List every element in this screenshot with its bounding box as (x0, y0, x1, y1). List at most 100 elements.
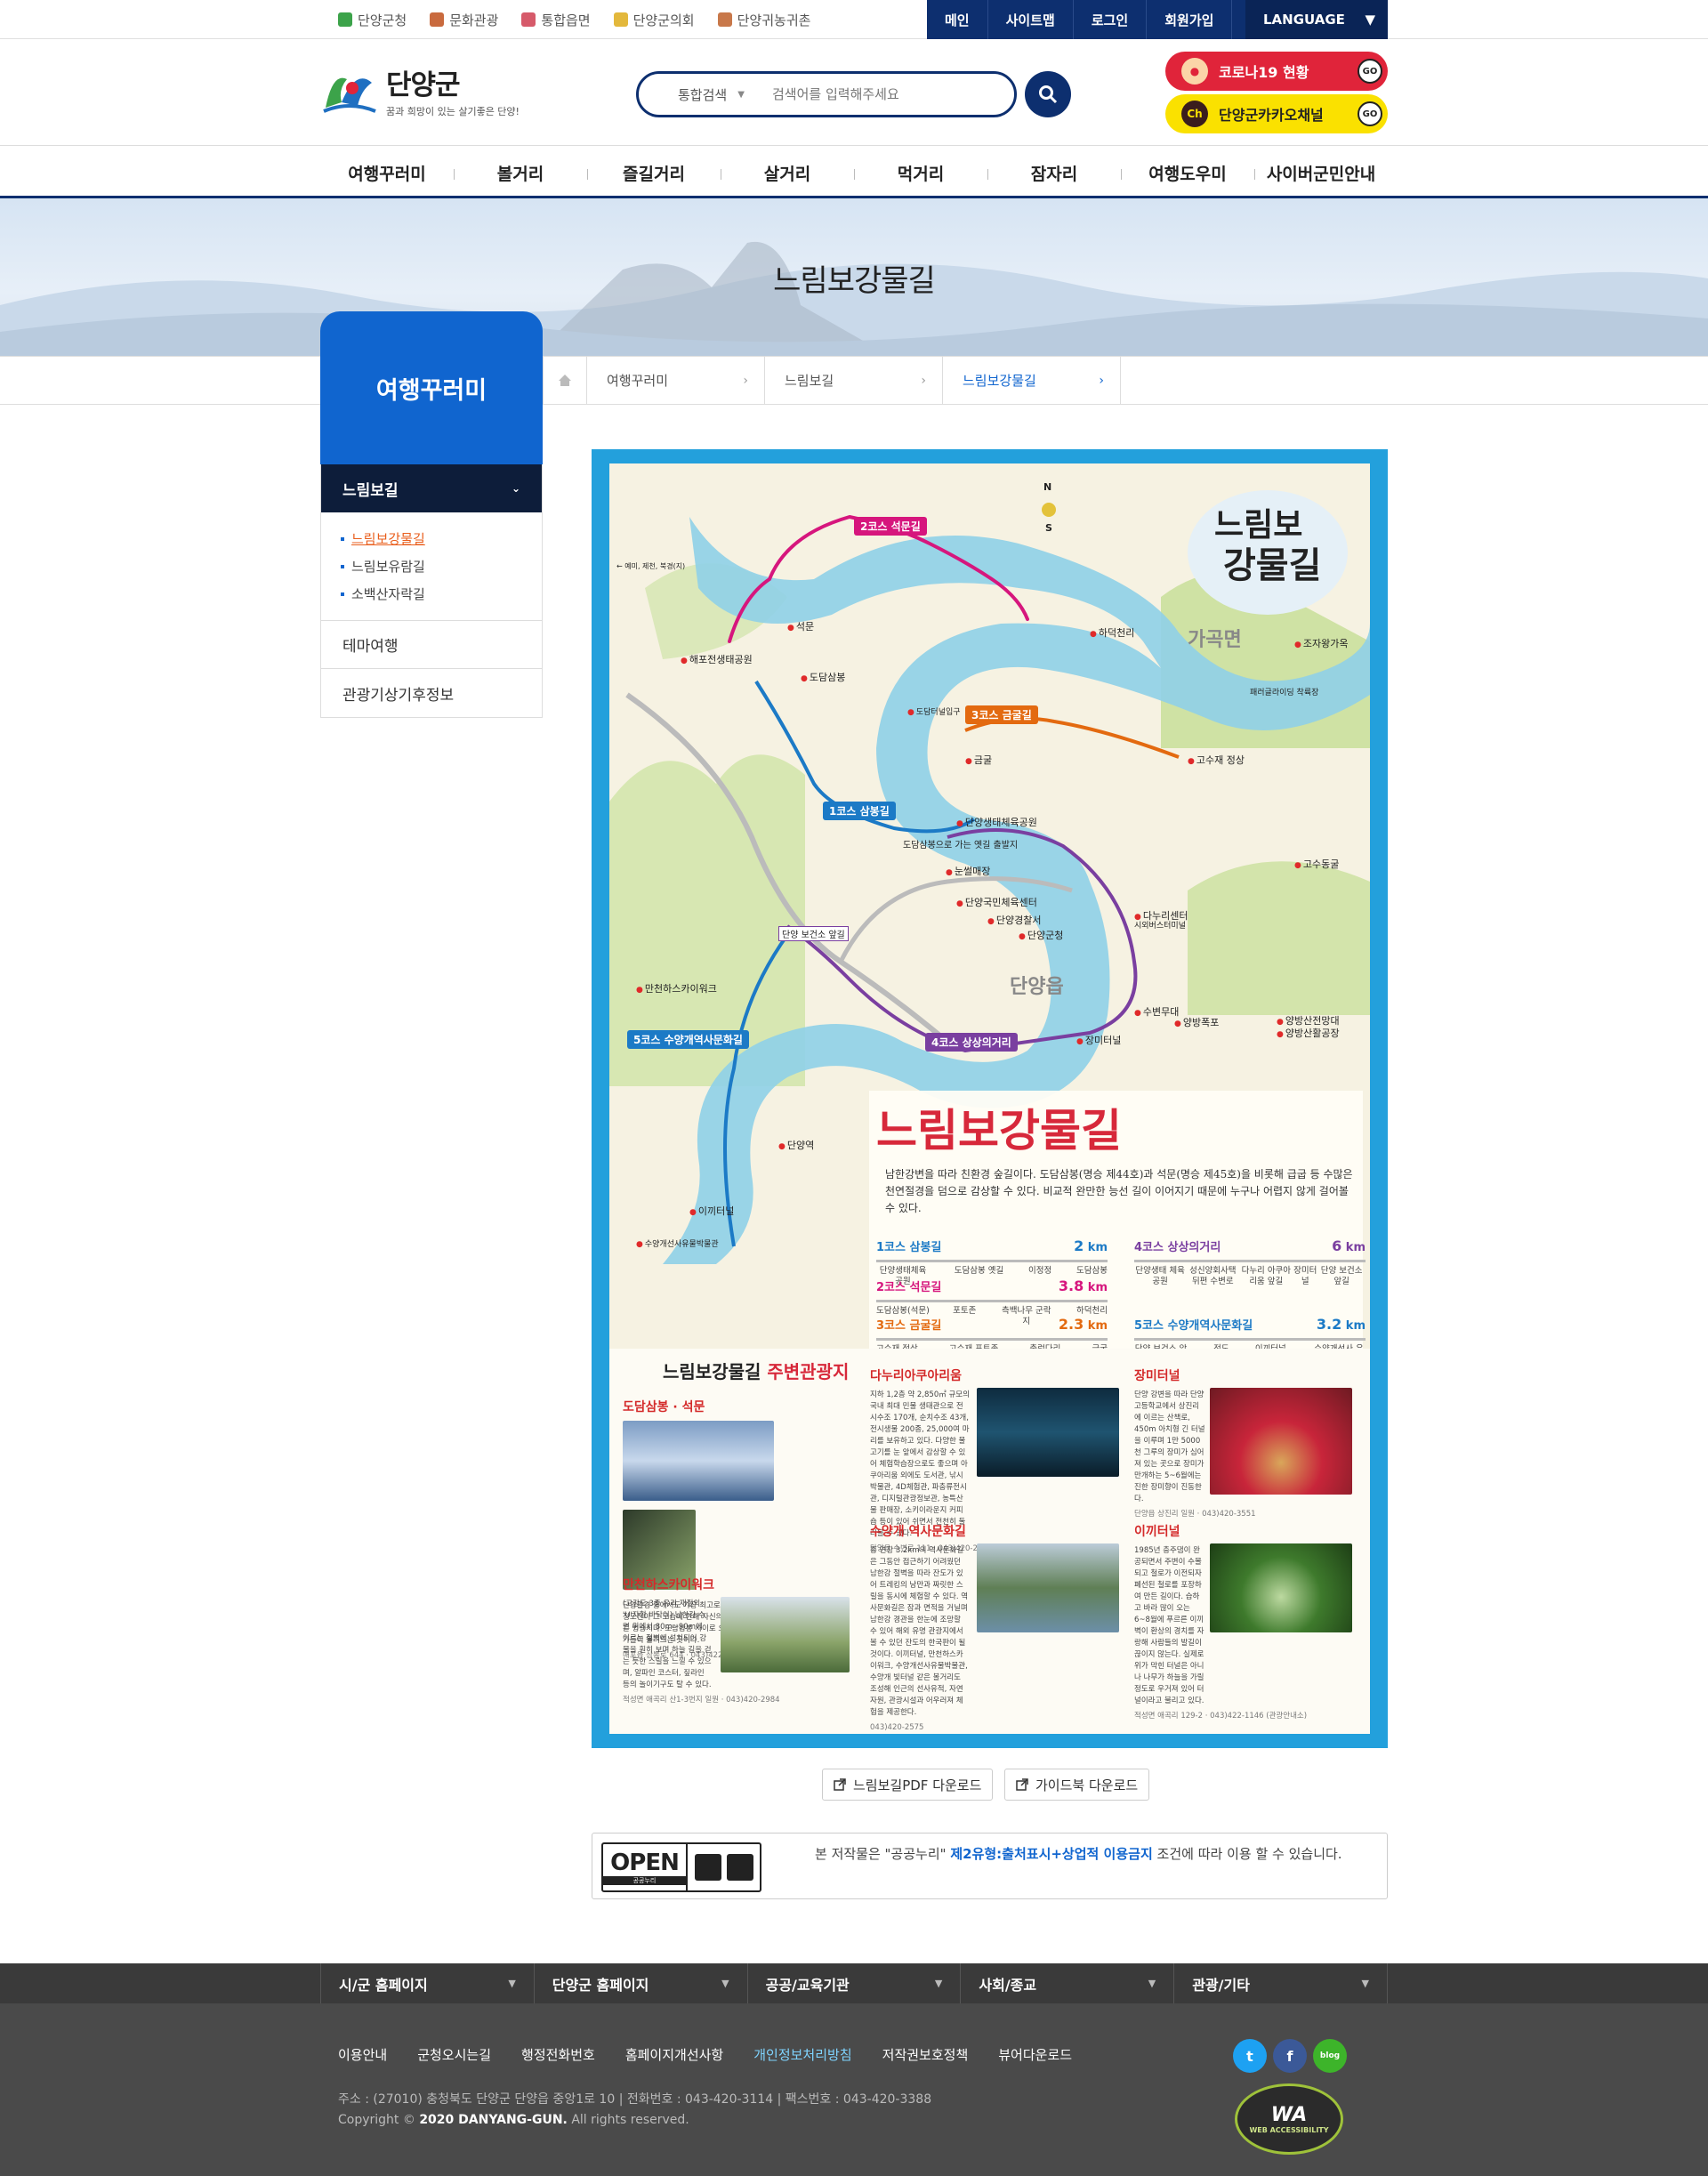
search-input[interactable] (772, 86, 986, 102)
language-select[interactable]: LANGUAGE ▼ (1245, 0, 1388, 39)
danyang-icon (338, 12, 352, 27)
caret-down-icon: ▼ (1148, 1978, 1156, 1989)
route-distance: 3.2 km (1316, 1316, 1366, 1333)
lnb-sub-river-road[interactable]: 느림보강물길 (341, 525, 542, 552)
map-place: 도담터널입구 (907, 705, 961, 717)
site-link-council[interactable]: 단양군의회 (613, 11, 695, 29)
route-stop: 단양생태 체육공원 (1135, 1266, 1185, 1286)
family-select-social[interactable]: 사회/종교 ▼ (960, 1963, 1173, 2003)
footer-link-guide[interactable]: 이용안내 (338, 2045, 387, 2064)
gnb-activities[interactable]: 즐길거리 (587, 147, 721, 198)
facebook-icon[interactable]: f (1273, 2039, 1307, 2073)
site-link-farm[interactable]: 단양귀농귀촌 (717, 11, 810, 29)
footer-link-directions[interactable]: 군청오시는길 (417, 2045, 491, 2064)
caret-down-icon: ▼ (1365, 12, 1375, 28)
route-name: 5코스 수양개역사문화길 (1134, 1319, 1253, 1333)
gnb-sights[interactable]: 볼거리 (454, 147, 587, 198)
site-link-culture[interactable]: 문화관광 (430, 11, 498, 29)
spot-card: 수양개 역사문화길 총 연장 3.2km의 역사문화길은 그동안 접근하기 어려… (870, 1522, 1119, 1734)
gnb-cyber-guide[interactable]: 사이버군민안내 (1254, 147, 1388, 198)
map-place: 단양국민체육센터 (956, 895, 1037, 909)
caret-down-icon: ▼ (1361, 1978, 1369, 1989)
breadcrumb-item[interactable]: 여행꾸러미 › (587, 357, 765, 404)
breadcrumb-bar: 여행꾸러미 › 느림보길 › 느림보강물길 › (0, 356, 1708, 405)
footer-link-phone[interactable]: 행정전화번호 (521, 2045, 595, 2064)
breadcrumb-current[interactable]: 느림보강물길 › (943, 357, 1121, 404)
course-tag-2: 2코스 석문길 (854, 517, 927, 536)
chevron-right-icon: › (921, 373, 926, 388)
util-main[interactable]: 메인 (927, 0, 988, 39)
home-icon[interactable] (543, 357, 587, 404)
guidebook-download-button[interactable]: 가이드북 다운로드 (1004, 1769, 1150, 1801)
logo[interactable]: 단양군 꿈과 희망이 있는 살기좋은 단양! (320, 62, 520, 118)
route-stop: 장미터널 (1293, 1266, 1317, 1286)
lnb-item-slow-road[interactable]: 느림보길 ⌄ (321, 464, 542, 512)
chevron-right-icon: › (743, 373, 748, 388)
gnb-shopping[interactable]: 살거리 (721, 147, 854, 198)
route-stops: 단양생태 체육공원 성신양회사택 뒤편 수변로 다누리 아쿠아리움 앞길 장미터널 단양… (1134, 1266, 1366, 1287)
gnb-travel-help[interactable]: 여행도우미 (1121, 147, 1254, 198)
spot-photo (721, 1597, 850, 1672)
route-name: 2코스 석문길 (876, 1281, 942, 1294)
util-sitemap[interactable]: 사이트맵 (988, 0, 1074, 39)
danyang-emblem-icon (320, 63, 379, 118)
lnb-sub-sobaek-road[interactable]: 소백산자락길 (341, 580, 542, 608)
search-icon (1039, 85, 1058, 104)
footer-links: 이용안내 군청오시는길 행정전화번호 홈페이지개선사항 개인정보처리방침 저작권… (338, 2045, 1072, 2064)
footer-link-viewer[interactable]: 뷰어다운로드 (998, 2045, 1072, 2064)
site-link-town[interactable]: 통합읍면 (521, 11, 591, 29)
search-box: 통합검색 ▼ (636, 71, 1017, 117)
external-link-icon (834, 1778, 846, 1791)
spots-heading: 느림보강물길 주변관광지 (663, 1361, 850, 1382)
map-place: 단양 보건소 앞길 (778, 926, 849, 941)
gnb-travel-package[interactable]: 여행꾸러미 (320, 147, 454, 198)
pdf-download-button[interactable]: 느림보길PDF 다운로드 (822, 1769, 994, 1801)
header: 단양군 꿈과 희망이 있는 살기좋은 단양! 통합검색▼ ● 코로나19 현황 … (0, 39, 1708, 146)
footer: 시/군 홈페이지 ▼ 단양군 홈페이지 ▼ 공공/교육기관 ▼ 사회/종교 ▼ 관광/기… (0, 1963, 1708, 2176)
util-join[interactable]: 회원가입 (1147, 0, 1233, 39)
culture-icon (430, 12, 445, 27)
family-select-public[interactable]: 공공/교육기관 ▼ (746, 1963, 961, 2003)
page-title: 느림보강물길 (773, 263, 936, 299)
gnb-lodging[interactable]: 잠자리 (987, 147, 1121, 198)
course-tag-5: 5코스 수양개역사문화길 (627, 1030, 749, 1049)
covid-status-button[interactable]: ● 코로나19 현황 GO (1165, 52, 1388, 91)
breadcrumb-item[interactable]: 느림보길 › (765, 357, 943, 404)
blog-icon[interactable]: blog (1313, 2039, 1347, 2073)
footer-link-improvement[interactable]: 홈페이지개선사항 (625, 2045, 723, 2064)
trail-map: 느림보 강물길 N S ← 예미, 제천, 북경(지) 가곡면 단양읍 2코스 … (609, 463, 1370, 1734)
map-place: 단양역 (778, 1138, 814, 1152)
map-place: 이끼터널 (689, 1204, 734, 1218)
spot-photo (623, 1421, 774, 1501)
nearby-spots-section: 느림보강물길 주변관광지 도담삼봉 · 석문 단양팔경 중에서도 가장 최고로 … (609, 1349, 1370, 1734)
map-place: 도담삼봉으로 가는 옛길 출발지 (903, 841, 1019, 850)
kakao-channel-icon: Ch (1181, 101, 1208, 127)
util-login[interactable]: 로그인 (1074, 0, 1148, 39)
course-tag-3: 3코스 금굴길 (965, 705, 1038, 724)
caret-down-icon: ▼ (721, 1978, 729, 1989)
twitter-icon[interactable]: t (1233, 2039, 1267, 2073)
search-category-select[interactable]: 통합검색 ▼ (639, 85, 772, 104)
lnb-item-theme-travel[interactable]: 테마여행 (321, 621, 542, 669)
kakao-channel-button[interactable]: Ch 단양군카카오채널 GO (1165, 94, 1388, 133)
map-place: 단양생태체육공원 (956, 815, 1037, 829)
family-select-city[interactable]: 시/군 홈페이지 ▼ (320, 1963, 534, 2003)
family-select-danyang[interactable]: 단양군 홈페이지 ▼ (533, 1963, 747, 2003)
gnb-food[interactable]: 먹거리 (854, 147, 987, 198)
map-place: 양방폭포 (1174, 1015, 1219, 1029)
search-button[interactable] (1025, 71, 1071, 117)
family-select-tourism[interactable]: 관광/기타 ▼ (1173, 1963, 1388, 2003)
site-link-danyang[interactable]: 단양군청 (338, 11, 407, 29)
noncommercial-icon (726, 1854, 753, 1881)
footer-link-copyright[interactable]: 저작권보호정책 (882, 2045, 969, 2064)
lnb-sub-cruise-road[interactable]: 느림보유람길 (341, 552, 542, 580)
chevron-right-icon: › (1099, 373, 1104, 388)
go-badge: GO (1358, 59, 1382, 84)
top-utility-bar: 단양군청 문화관광 통합읍면 단양군의회 단양귀농귀촌 메인 사이트맵 로그인 … (0, 0, 1708, 39)
lnb-item-weather[interactable]: 관광기상기후정보 (321, 669, 542, 717)
farm-icon (717, 12, 732, 27)
spot-card: 장미터널 단양 강변을 따라 단양고등학교에서 상진리에 이르는 산책로, 45… (1134, 1366, 1357, 1520)
route-head: 2코스 석문길 3.8 km (876, 1277, 1108, 1294)
footer-link-privacy[interactable]: 개인정보처리방침 (753, 2045, 851, 2064)
map-place: 시외버스터미널 (1134, 922, 1186, 931)
